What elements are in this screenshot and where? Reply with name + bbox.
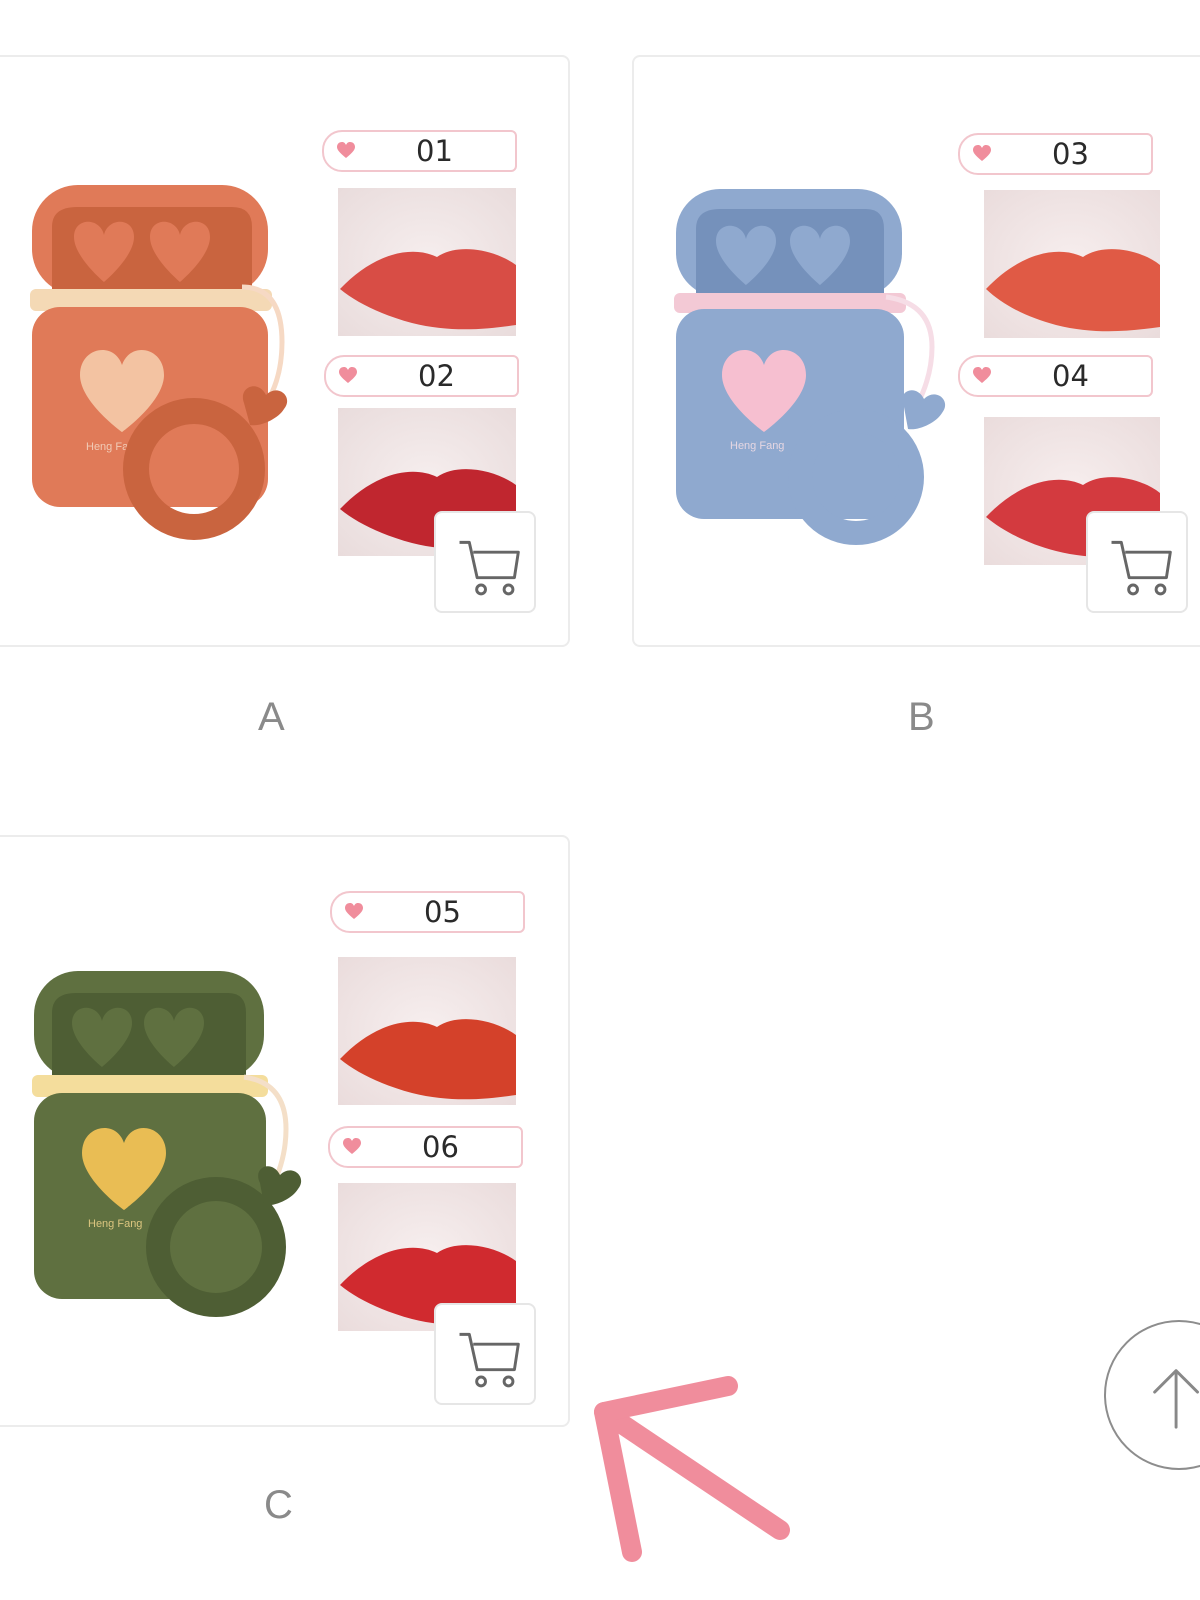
heart-icon [343,1138,361,1154]
shade-number: 05 [424,895,461,929]
shade-number: 02 [418,359,455,393]
svg-text:Heng Fang: Heng Fang [730,440,784,452]
cart-icon [459,540,520,596]
product-label-b: B [908,695,935,739]
cart-icon [1111,540,1172,596]
scroll-to-top-button[interactable] [1104,1320,1200,1470]
svg-text:Heng Fang: Heng Fang [88,1218,142,1230]
shade-tag-06[interactable]: 06 [328,1126,523,1168]
shade-tag-03[interactable]: 03 [958,133,1153,175]
shade-tag-05[interactable]: 05 [330,891,525,933]
add-to-cart-button-a[interactable] [434,511,536,613]
lipstick-case: Heng Fang [674,189,946,545]
lipstick-case: Heng Fang [32,971,302,1317]
product-card-c[interactable]: Heng Fang 05 06 [0,835,570,1427]
heart-icon [345,903,363,919]
shade-tag-04[interactable]: 04 [958,355,1153,397]
product-label-c: C [264,1483,293,1527]
heart-icon [337,142,355,158]
heart-icon [973,145,991,161]
heart-icon [973,367,991,383]
arrow-up-icon [1153,1369,1199,1429]
shade-number: 01 [416,134,453,168]
shade-number: 04 [1052,359,1089,393]
add-to-cart-button-b[interactable] [1086,511,1188,613]
shade-tag-02[interactable]: 02 [324,355,519,397]
product-card-a[interactable]: Heng Fang 01 02 [0,55,570,647]
product-label-a: A [258,695,285,739]
cart-icon [459,1332,520,1388]
shade-number: 03 [1052,137,1089,171]
add-to-cart-button-c[interactable] [434,1303,536,1405]
shade-tag-01[interactable]: 01 [322,130,517,172]
lipstick-case: Heng Fang [30,185,288,540]
heart-icon [339,367,357,383]
shade-number: 06 [422,1130,459,1164]
product-card-b[interactable]: Heng Fang 03 04 [632,55,1200,647]
